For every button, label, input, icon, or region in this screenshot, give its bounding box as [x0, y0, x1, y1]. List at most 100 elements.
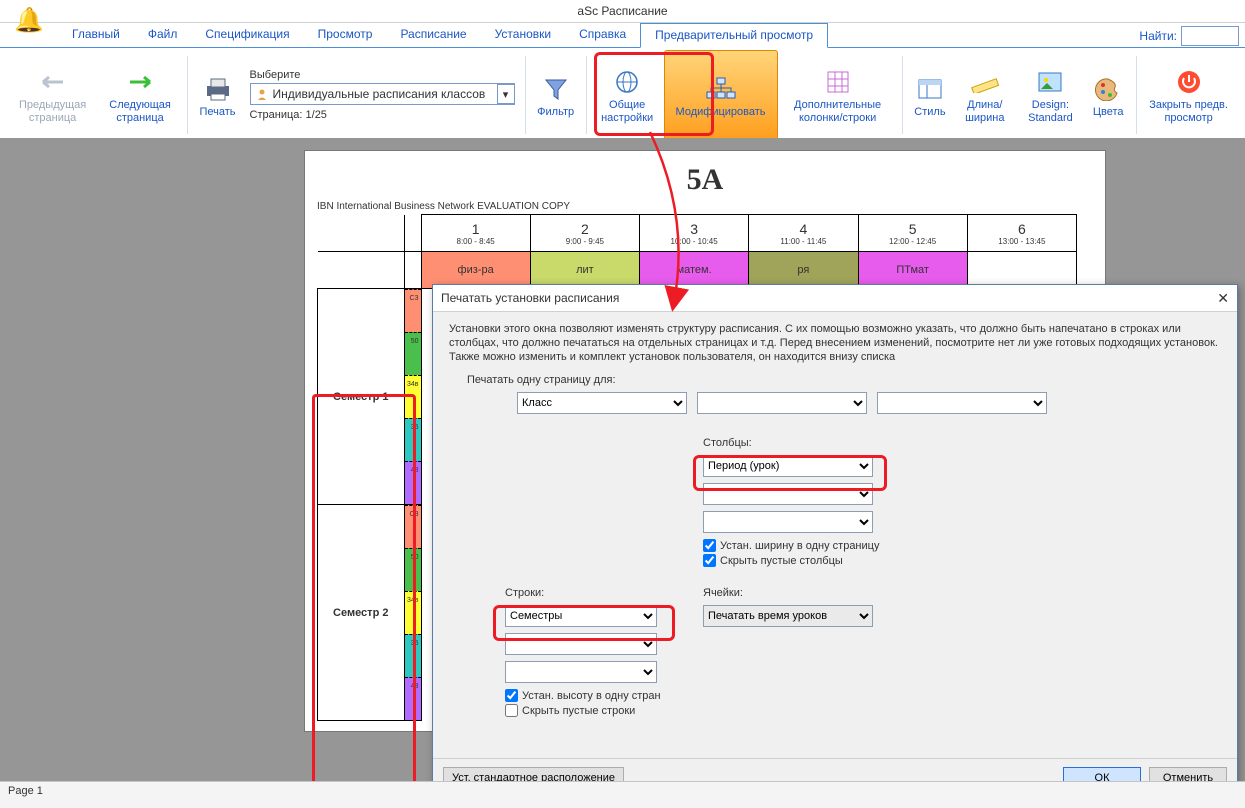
subject-cell: физ-ра — [421, 252, 530, 289]
row-mark: 48 — [405, 461, 421, 504]
ruler-icon — [970, 65, 1000, 99]
tab-file[interactable]: Файл — [134, 23, 192, 47]
power-icon — [1176, 65, 1202, 99]
tab-sched[interactable]: Расписание — [386, 23, 480, 47]
next-page-button[interactable]: Следующая страница — [97, 50, 183, 140]
modify-label: Модифицировать — [676, 106, 766, 119]
chevron-down-icon: ▾ — [497, 84, 515, 104]
close-preview-label: Закрыть предв. просмотр — [1148, 99, 1229, 125]
rows-hide-label: Скрыть пустые строки — [522, 705, 635, 717]
tab-help[interactable]: Справка — [565, 23, 640, 47]
filter-button[interactable]: Фильтр — [529, 50, 582, 140]
colors-label: Цвета — [1093, 106, 1124, 119]
close-preview-button[interactable]: Закрыть предв. просмотр — [1140, 50, 1237, 140]
printer-icon — [203, 72, 233, 106]
grid-icon — [825, 65, 851, 99]
ribbon: Предыдущая страница Следующая страница П… — [0, 48, 1245, 143]
tab-setup[interactable]: Установки — [481, 23, 565, 47]
print-settings-dialog: Печатать установки расписания ✕ Установк… — [432, 284, 1238, 798]
prev-page-label: Предыдущая страница — [16, 99, 89, 125]
one-page-label: Печатать одну страницу для: — [467, 374, 1221, 386]
row-mark: С3 — [405, 289, 421, 332]
tab-main[interactable]: Главный — [58, 23, 134, 47]
columns-select-2[interactable] — [703, 483, 873, 505]
design-button[interactable]: Design: Standard — [1016, 50, 1085, 140]
period-3: 3 — [690, 221, 698, 237]
next-page-label: Следующая страница — [105, 99, 175, 125]
status-bar: Page 1 — [0, 781, 1245, 808]
app-icon: 🔔 — [14, 6, 42, 34]
cols-hide-label: Скрыть пустые столбцы — [720, 555, 843, 567]
rows-label: Строки: — [505, 587, 661, 599]
print-button[interactable]: Печать — [192, 50, 244, 140]
one-page-select-2[interactable] — [697, 392, 867, 414]
choose-label: Выберите — [250, 69, 515, 81]
dialog-title: Печатать установки расписания — [441, 291, 619, 305]
filter-label: Фильтр — [537, 106, 574, 119]
tab-spec[interactable]: Спецификация — [191, 23, 303, 47]
size-label: Длина/ширина — [962, 99, 1008, 125]
title-bar: aSc Расписание — [0, 0, 1245, 23]
evaluation-copy: IBN International Business Network EVALU… — [317, 201, 1105, 212]
picture-icon — [1037, 65, 1063, 99]
funnel-icon — [543, 72, 569, 106]
one-page-select-1[interactable]: Класс — [517, 392, 687, 414]
design-label: Design: Standard — [1024, 99, 1077, 125]
cols-fit-checkbox[interactable] — [703, 539, 716, 552]
subject-cell — [967, 252, 1076, 289]
prev-page-button[interactable]: Предыдущая страница — [8, 50, 97, 140]
style-label: Стиль — [914, 106, 945, 119]
one-page-select-3[interactable] — [877, 392, 1047, 414]
rows-fit-label: Устан. высоту в одну стран — [522, 690, 661, 702]
find-box: Найти: — [1139, 26, 1239, 46]
palette-icon — [1095, 72, 1121, 106]
print-label: Печать — [200, 106, 236, 119]
rows-select-3[interactable] — [505, 661, 657, 683]
tab-preview[interactable]: Предварительный просмотр — [640, 23, 828, 48]
semester-2-label: Семестр 2 — [318, 505, 405, 721]
columns-select-1[interactable]: Период (урок) — [703, 455, 873, 477]
rows-select-2[interactable] — [505, 633, 657, 655]
row-mark: 34в — [405, 591, 421, 634]
tab-strip: Главный Файл Спецификация Просмотр Распи… — [0, 23, 1245, 48]
page-info: Страница: 1/25 — [250, 109, 515, 121]
find-input[interactable] — [1181, 26, 1239, 46]
columns-label: Столбцы: — [703, 437, 879, 449]
style-button[interactable]: Стиль — [906, 50, 953, 140]
row-mark: 34в — [405, 375, 421, 418]
globe-icon — [614, 65, 640, 99]
cols-fit-label: Устан. ширину в одну страницу — [720, 540, 879, 552]
period-6: 6 — [1018, 221, 1026, 237]
columns-select-3[interactable] — [703, 511, 873, 533]
close-icon[interactable]: ✕ — [1217, 290, 1229, 307]
period-5: 5 — [909, 221, 917, 237]
global-settings-button[interactable]: Общие настройки — [591, 50, 664, 140]
class-icon — [255, 87, 269, 101]
period-2: 2 — [581, 221, 589, 237]
cells-select[interactable]: Печатать время уроков — [703, 605, 873, 627]
layout-combo[interactable]: Индивидуальные расписания классов ▾ — [250, 83, 515, 105]
subject-cell: ря — [749, 252, 858, 289]
rows-hide-checkbox[interactable] — [505, 704, 518, 717]
layout-combo-value: Индивидуальные расписания классов — [273, 87, 497, 101]
row-mark: 35 — [405, 418, 421, 461]
arrow-left-icon — [37, 65, 69, 99]
extra-label: Дополнительные колонки/строки — [786, 99, 890, 125]
size-button[interactable]: Длина/ширина — [954, 50, 1016, 140]
cols-hide-checkbox[interactable] — [703, 554, 716, 567]
subject-cell: лит — [530, 252, 639, 289]
extra-cols-button[interactable]: Дополнительные колонки/строки — [778, 50, 898, 140]
subject-cell: матем. — [640, 252, 749, 289]
tab-view[interactable]: Просмотр — [304, 23, 387, 47]
hierarchy-icon — [705, 72, 737, 106]
row-mark: 35 — [405, 634, 421, 677]
layout-icon — [917, 72, 943, 106]
select-group: Выберите Индивидуальные расписания класс… — [244, 50, 521, 140]
rows-select-1[interactable]: Семестры — [505, 605, 657, 627]
rows-fit-checkbox[interactable] — [505, 689, 518, 702]
modify-button[interactable]: Модифицировать — [664, 50, 778, 140]
arrow-right-icon — [124, 65, 156, 99]
page-title: 5А — [305, 163, 1105, 197]
global-label: Общие настройки — [599, 99, 656, 125]
colors-button[interactable]: Цвета — [1085, 50, 1132, 140]
